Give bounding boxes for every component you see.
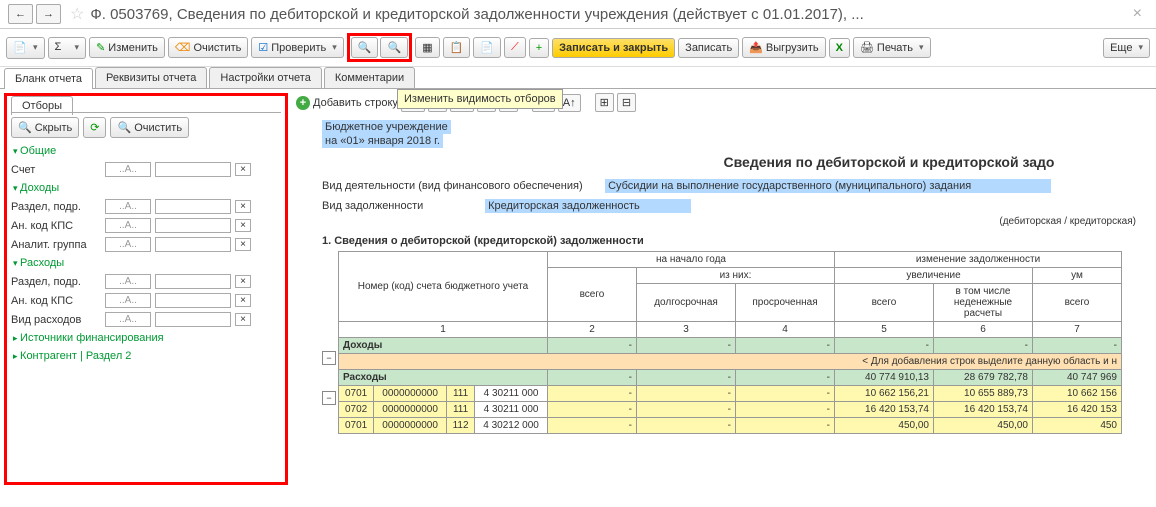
tab-requisites[interactable]: Реквизиты отчета — [95, 67, 207, 88]
group-counterparty[interactable]: Контрагент | Раздел 2 — [11, 347, 281, 365]
account-op-input[interactable] — [105, 162, 151, 177]
th-account: Номер (код) счета бюджетного учета — [339, 252, 548, 322]
filter-reset-button[interactable]: 🔍 — [380, 37, 408, 58]
label-section-e: Раздел, подр. — [11, 276, 101, 288]
debt-value[interactable]: Кредиторская задолженность — [485, 199, 691, 213]
tab-settings[interactable]: Настройки отчета — [209, 67, 321, 88]
tab-blank[interactable]: Бланк отчета — [4, 68, 93, 89]
tab-comments[interactable]: Комментарии — [324, 67, 415, 88]
excel-button[interactable]: X — [829, 38, 850, 58]
section-i-clear[interactable]: × — [235, 200, 251, 213]
kps-e-op[interactable] — [105, 293, 151, 308]
th-noncash: в том числе неденежные расчеты — [934, 284, 1033, 322]
table-row[interactable]: 0702 0000000000 111 4 30211 000 --- 16 4… — [339, 402, 1122, 418]
label-section-i: Раздел, подр. — [11, 201, 101, 213]
label-analyt: Аналит. группа — [11, 239, 101, 251]
th-ofthem: из них: — [637, 268, 835, 284]
debt-label: Вид задолженности — [322, 200, 482, 212]
th-change: изменение задолженности — [835, 252, 1122, 268]
th-start: на начало года — [548, 252, 835, 268]
section-e-clear[interactable]: × — [235, 275, 251, 288]
save-close-button[interactable]: Записать и закрыть — [552, 38, 675, 58]
favorite-icon[interactable]: ☆ — [70, 4, 84, 24]
add-note-row[interactable]: < Для добавления строк выделите данную о… — [339, 354, 1122, 370]
th-increase: увеличение — [835, 268, 1033, 284]
label-kps-e: Ан. код КПС — [11, 295, 101, 307]
th-overdue: просроченная — [736, 284, 835, 322]
label-account: Счет — [11, 164, 101, 176]
more-button[interactable]: Еще — [1103, 38, 1150, 58]
clear-filters-button[interactable]: 🔍Очистить — [110, 117, 189, 138]
group-common[interactable]: Общие — [11, 142, 281, 160]
kps-i-val[interactable] — [155, 218, 231, 233]
th-longterm: долгосрочная — [637, 284, 736, 322]
grid-button[interactable]: ▦ — [415, 37, 439, 58]
filter-visibility-button[interactable]: 🔍 — [351, 37, 379, 58]
expand-button[interactable]: ⊞ — [595, 93, 614, 112]
sum-menu-button[interactable]: Σ — [48, 37, 87, 59]
print-button[interactable]: 🖨Печать — [853, 37, 931, 58]
hide-filters-button[interactable]: 🔍Скрыть — [11, 117, 79, 138]
section-e-val[interactable] — [155, 274, 231, 289]
th-total2: всего — [835, 284, 934, 322]
th-decrease: ум — [1033, 268, 1122, 284]
kps-i-op[interactable] — [105, 218, 151, 233]
add-row-button[interactable]: +Добавить строку — [296, 96, 398, 110]
section-i-val[interactable] — [155, 199, 231, 214]
page-title: Ф. 0503769, Сведения по дебиторской и кр… — [90, 6, 1126, 23]
back-button[interactable]: ← — [8, 4, 33, 24]
th-total3: всего — [1033, 284, 1122, 322]
label-exptype: Вид расходов — [11, 314, 101, 326]
section-i-op[interactable] — [105, 199, 151, 214]
edit-button[interactable]: ✎Изменить — [89, 37, 165, 58]
collapse-button[interactable]: ⊟ — [617, 93, 636, 112]
add-button[interactable]: + — [529, 38, 549, 58]
group-income[interactable]: Доходы — [11, 179, 281, 197]
debt-note: (дебиторская / кредиторская) — [322, 216, 1156, 227]
forward-button[interactable]: → — [36, 4, 61, 24]
label-kps-i: Ан. код КПС — [11, 220, 101, 232]
analyt-op[interactable] — [105, 237, 151, 252]
collapse-income[interactable]: − — [322, 351, 336, 365]
exptype-val[interactable] — [155, 312, 231, 327]
activity-label: Вид деятельности (вид финансового обеспе… — [322, 180, 602, 192]
org-name: Бюджетное учреждение — [322, 120, 451, 134]
th-total1: всего — [548, 268, 637, 322]
section-e-op[interactable] — [105, 274, 151, 289]
report-menu-button[interactable]: 📄 — [6, 37, 45, 59]
group-sources[interactable]: Источники финансирования — [11, 329, 281, 347]
close-icon[interactable]: × — [1127, 5, 1148, 23]
data-table: Номер (код) счета бюджетного учета на на… — [338, 251, 1122, 434]
analyt-val[interactable] — [155, 237, 231, 252]
account-val-input[interactable] — [155, 162, 231, 177]
save-button[interactable]: Записать — [678, 38, 739, 58]
exptype-op[interactable] — [105, 312, 151, 327]
refresh-filters-button[interactable]: ⟳ — [83, 117, 106, 138]
income-row[interactable]: Доходы ------ — [339, 338, 1122, 354]
analyt-clear[interactable]: × — [235, 238, 251, 251]
exptype-clear[interactable]: × — [235, 313, 251, 326]
check-button[interactable]: ☑Проверить — [251, 37, 343, 58]
tooltip: Изменить видимость отборов — [397, 89, 563, 109]
section-1-header: 1. Сведения о дебиторской (кредиторской)… — [322, 227, 1156, 251]
table-row[interactable]: 0701 0000000000 111 4 30211 000 --- 10 6… — [339, 386, 1122, 402]
doc-title: Сведения по дебиторской и кредиторской з… — [322, 148, 1156, 176]
kps-e-val[interactable] — [155, 293, 231, 308]
copy-button[interactable]: 📋 — [443, 37, 471, 58]
table-row[interactable]: 0701 0000000000 112 4 30212 000 --- 450,… — [339, 418, 1122, 434]
kps-e-clear[interactable]: × — [235, 294, 251, 307]
strike-button[interactable]: ⟋ — [504, 37, 526, 58]
collapse-expense[interactable]: − — [322, 391, 336, 405]
expense-row[interactable]: Расходы --- 40 774 910,13 28 679 782,78 … — [339, 370, 1122, 386]
export-button[interactable]: 📤Выгрузить — [742, 37, 825, 58]
kps-i-clear[interactable]: × — [235, 219, 251, 232]
group-expense[interactable]: Расходы — [11, 254, 281, 272]
report-date: на «01» января 2018 г. — [322, 134, 443, 148]
activity-value[interactable]: Субсидии на выполнение государственного … — [605, 179, 1051, 193]
paste-button[interactable]: 📄 — [473, 37, 501, 58]
filters-sidebar: Отборы 🔍Скрыть ⟳ 🔍Очистить Общие Счет × … — [4, 93, 288, 485]
account-clear[interactable]: × — [235, 163, 251, 176]
clear-button[interactable]: ⌫Очистить — [168, 37, 248, 58]
